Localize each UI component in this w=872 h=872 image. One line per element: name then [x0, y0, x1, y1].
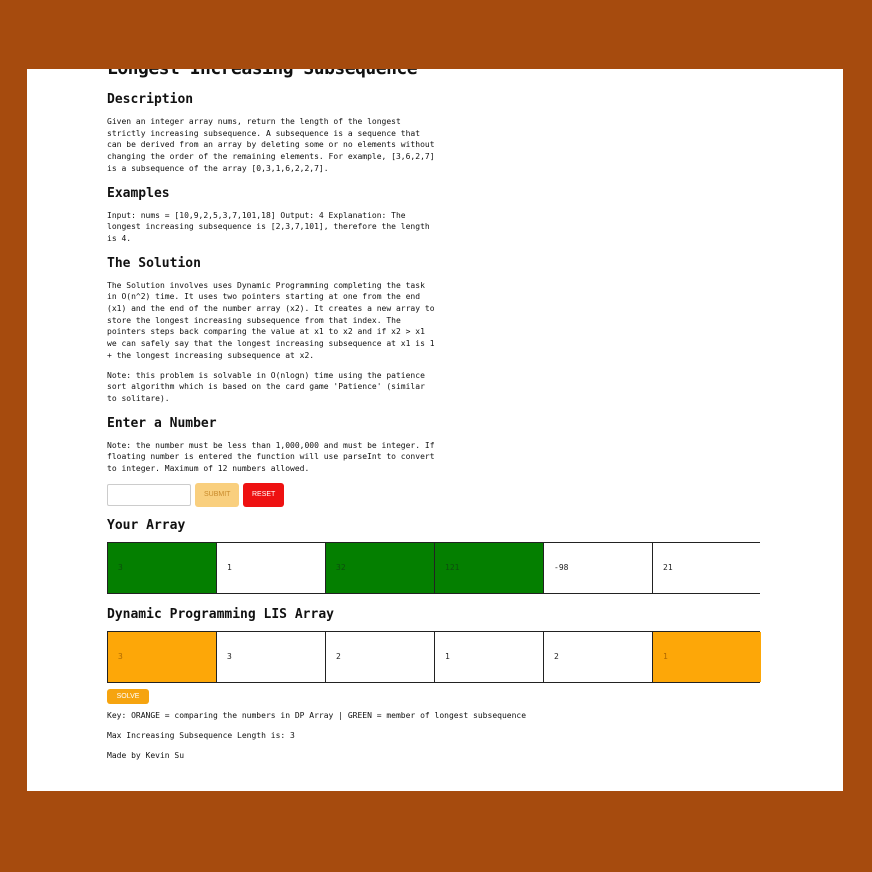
page: Longest Increasing Subsequence Descripti…	[27, 69, 843, 791]
solve-button[interactable]: SOLVE	[107, 688, 149, 704]
solution-note: Note: this problem is solvable in O(nlog…	[107, 370, 425, 403]
dp-cell: 1	[435, 631, 544, 682]
examples-heading: Examples	[107, 185, 170, 201]
solution-heading: The Solution	[107, 255, 201, 271]
array-cell: 32	[326, 542, 435, 593]
solution-text: The Solution involves uses Dynamic Progr…	[107, 280, 435, 360]
submit-button[interactable]: SUBMIT	[195, 482, 239, 507]
your-array-heading: Your Array	[107, 517, 186, 533]
your-array-grid: 3 1 32 121 -98 21	[107, 541, 761, 594]
dp-array-heading: Dynamic Programming LIS Array	[107, 606, 334, 622]
max-length-text: Max Increasing Subsequence Length is: 3	[107, 730, 295, 740]
dp-array-grid: 3 3 2 1 2 1	[107, 630, 761, 683]
description-text: Given an integer array nums, return the …	[107, 117, 435, 173]
array-cell: 21	[653, 542, 761, 593]
array-cell: -98	[544, 542, 653, 593]
credit-text: Made by Kevin Su	[107, 750, 185, 760]
array-cell: 3	[108, 542, 217, 593]
dp-cell: 1	[653, 631, 761, 682]
dp-cell: 2	[326, 631, 435, 682]
dp-cell: 3	[217, 631, 326, 682]
array-cell: 1	[217, 542, 326, 593]
dp-cell: 2	[544, 631, 653, 682]
input-row: SUBMIT RESET	[107, 482, 840, 507]
dp-cell: 3	[108, 631, 217, 682]
number-input[interactable]	[107, 483, 191, 506]
page-title: Longest Increasing Subsequence	[107, 69, 840, 81]
description-heading: Description	[107, 92, 194, 107]
enter-number-heading: Enter a Number	[107, 415, 217, 431]
key-text: Key: ORANGE = comparing the numbers in D…	[107, 710, 527, 720]
examples-text: Input: nums = [10,9,2,5,3,7,101,18] Outp…	[107, 210, 430, 243]
array-cell: 121	[435, 542, 544, 593]
reset-button[interactable]: RESET	[243, 482, 284, 507]
main-content: Longest Increasing Subsequence Descripti…	[107, 69, 840, 770]
enter-number-note: Note: the number must be less than 1,000…	[107, 440, 435, 474]
